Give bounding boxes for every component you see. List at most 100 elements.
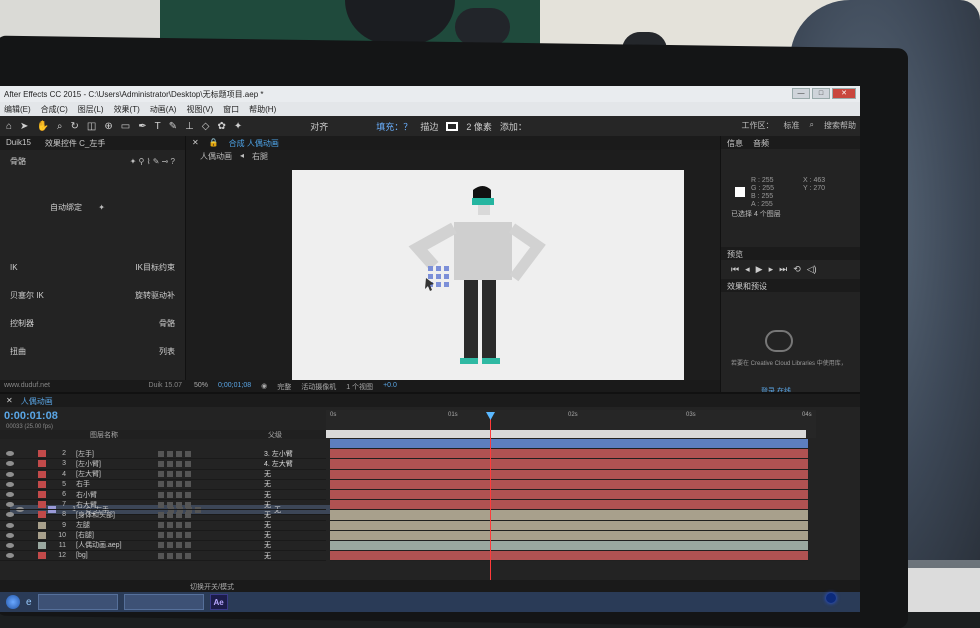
layer-name[interactable]: [左手] — [76, 449, 152, 459]
parent-select[interactable]: 无 — [264, 490, 271, 500]
layer-name[interactable]: 左腿 — [76, 520, 152, 530]
stroke-width[interactable]: 2 像素 — [466, 120, 492, 133]
zoom-select[interactable]: 50% — [194, 382, 208, 390]
eye-icon[interactable] — [6, 481, 14, 487]
bone-button[interactable]: 骨骼 — [159, 318, 175, 329]
tab-timeline[interactable]: 人偶动画 — [21, 396, 53, 406]
tab-duik[interactable]: Duik15 — [6, 138, 31, 148]
layer-track-bar[interactable] — [330, 479, 808, 490]
composition-artboard[interactable] — [292, 170, 684, 380]
layer-switches[interactable] — [158, 450, 191, 457]
close-icon[interactable]: ✕ — [192, 138, 199, 148]
eye-icon[interactable] — [6, 522, 14, 528]
layer-switches[interactable] — [158, 460, 191, 467]
layer-switches[interactable] — [158, 471, 191, 478]
label-color[interactable] — [38, 521, 46, 529]
label-color[interactable] — [38, 552, 46, 560]
eye-icon[interactable] — [6, 502, 14, 508]
eye-icon[interactable] — [6, 542, 14, 548]
timeline-timecode[interactable]: 0:00:01:08 — [4, 410, 58, 422]
breadcrumb-composition[interactable]: 人偶动画 — [200, 151, 232, 161]
prev-frame-icon[interactable]: ◂ — [745, 264, 750, 275]
layer-switches[interactable] — [158, 491, 191, 498]
add-label[interactable]: 添加： — [500, 120, 527, 133]
duik-icons[interactable]: ✦ ⚲ ⌇ ✎ ⊸ ? — [130, 157, 175, 166]
eye-icon[interactable] — [6, 553, 14, 559]
comp-timecode[interactable]: 0;00;01;08 — [218, 382, 251, 390]
menu-item-animation[interactable]: 动画(A) — [150, 104, 177, 114]
hand-tool-icon[interactable]: ✋ — [36, 121, 48, 132]
twist-button[interactable]: 扭曲 — [10, 346, 26, 357]
layer-row[interactable]: 3 [左小臂] 4. 左大臂 — [0, 459, 326, 470]
stroke-swatch[interactable] — [446, 121, 459, 131]
quality-select[interactable]: 完整 — [277, 382, 291, 391]
search-icon[interactable]: ⌕ — [810, 120, 814, 131]
label-color[interactable] — [38, 460, 46, 468]
lock-icon[interactable]: 🔒 — [209, 138, 219, 148]
camera-tool-icon[interactable]: ◫ — [87, 121, 96, 132]
layer-track-bar[interactable] — [330, 459, 808, 470]
camera-icon[interactable]: ◉ — [261, 382, 267, 390]
workspace-select[interactable]: 标准 — [784, 120, 800, 131]
auto-rig-button[interactable]: 自动绑定 — [50, 202, 82, 213]
menu-item-effect[interactable]: 效果(T) — [114, 104, 140, 114]
rotation-driver-button[interactable]: 旋转驱动补 — [135, 290, 175, 301]
label-color[interactable] — [38, 470, 46, 478]
layer-row[interactable]: 11 [人偶动画.aep] 无 — [0, 541, 326, 552]
ie-icon[interactable]: e — [26, 597, 32, 608]
layer-name[interactable]: 右小臂 — [76, 490, 152, 500]
layer-switches[interactable] — [158, 542, 191, 549]
tab-composition[interactable]: 合成 人偶动画 — [229, 138, 279, 148]
close-icon[interactable]: ✕ — [6, 396, 13, 405]
active-camera-select[interactable]: 活动摄像机 — [301, 382, 336, 391]
layer-track-bar[interactable] — [330, 449, 808, 460]
next-frame-icon[interactable]: ▸ — [769, 264, 774, 275]
parent-select[interactable]: 无 — [264, 530, 271, 540]
loop-icon[interactable]: ⟲ — [793, 264, 801, 275]
maximize-button[interactable]: □ — [812, 88, 830, 99]
layer-row[interactable]: 12 [bg] 无 — [0, 551, 326, 562]
tab-effect-controls[interactable]: 效果控件 C_左手 — [45, 138, 105, 148]
layer-row[interactable]: 6 右小臂 无 — [0, 490, 326, 501]
taskbar-item[interactable] — [37, 594, 118, 610]
layer-track-bar[interactable] — [330, 510, 808, 521]
duik-button[interactable]: 骨骼 — [10, 156, 26, 167]
eraser-tool-icon[interactable]: ◇ — [202, 121, 210, 132]
type-tool-icon[interactable]: T — [155, 121, 161, 132]
layer-switches[interactable] — [158, 481, 191, 488]
ik-target-button[interactable]: IK目标约束 — [135, 262, 175, 273]
parent-select[interactable]: 无 — [264, 510, 271, 520]
menu-item-edit[interactable]: 编辑(E) — [4, 104, 31, 114]
label-color[interactable] — [38, 480, 46, 488]
parent-select[interactable]: 无 — [264, 551, 271, 561]
tab-effects-presets[interactable]: 效果和预设 — [727, 281, 767, 291]
layer-switches[interactable] — [158, 501, 191, 508]
label-color[interactable] — [38, 541, 46, 549]
menu-item-view[interactable]: 视图(V) — [186, 104, 213, 114]
layer-name[interactable]: [右腿] — [76, 530, 152, 540]
layer-switches[interactable] — [158, 532, 191, 539]
zoom-tool-icon[interactable]: ⌕ — [57, 121, 63, 132]
eye-icon[interactable] — [6, 532, 14, 538]
eye-icon[interactable] — [6, 512, 14, 518]
list-button[interactable]: 列表 — [159, 346, 175, 357]
layer-track-bar[interactable] — [330, 530, 808, 541]
column-layer-name[interactable]: 图层名称 — [90, 430, 118, 439]
views-select[interactable]: 1 个视图 — [346, 382, 373, 391]
audio-icon[interactable]: ◁) — [807, 264, 817, 275]
parent-select[interactable]: 4. 左大臂 — [264, 459, 293, 469]
column-parent[interactable]: 父级 — [268, 430, 282, 439]
breadcrumb-layer[interactable]: 右腿 — [252, 151, 268, 161]
puppet-tool-icon[interactable]: ✦ — [234, 121, 242, 132]
layer-name[interactable]: [身体和头部] — [76, 510, 152, 520]
layer-track-bar[interactable] — [330, 439, 808, 450]
bezier-ik-button[interactable]: 贝塞尔 IK — [10, 290, 44, 301]
layer-track-bar[interactable] — [330, 500, 808, 511]
menu-item-composition[interactable]: 合成(C) — [41, 104, 68, 114]
parent-select[interactable]: 无 — [264, 520, 271, 530]
layer-row[interactable]: 2 [左手] 3. 左小臂 — [0, 449, 326, 460]
layer-switches[interactable] — [158, 522, 191, 529]
layer-name[interactable]: [左大臂] — [76, 469, 152, 479]
align-label[interactable]: 对齐 — [310, 120, 328, 133]
parent-select[interactable]: 3. 左小臂 — [264, 449, 293, 459]
